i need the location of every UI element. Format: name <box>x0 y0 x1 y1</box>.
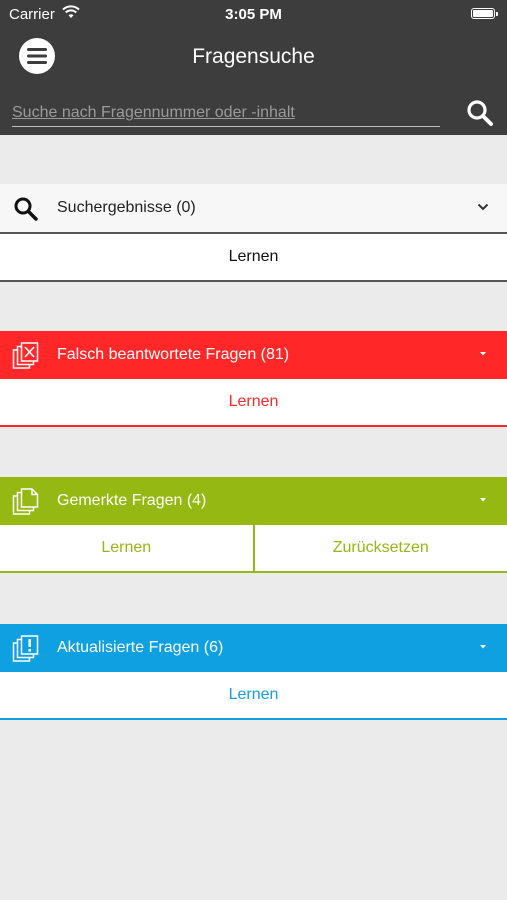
search-icon <box>14 197 38 221</box>
section-actions: Lernen Zurücksetzen <box>0 525 507 573</box>
section-wrong-answers: Falsch beantwortete Fragen (81) Lernen <box>0 331 507 427</box>
section-actions: Lernen <box>0 232 507 282</box>
section-header-updated[interactable]: Aktualisierte Fragen (6) <box>0 624 507 672</box>
status-time: 3:05 PM <box>225 6 282 23</box>
search-icon[interactable] <box>465 98 495 128</box>
learn-button[interactable]: Lernen <box>0 234 507 280</box>
section-header-bookmarked[interactable]: Gemerkte Fragen (4) <box>0 477 507 525</box>
learn-button[interactable]: Lernen <box>0 525 253 571</box>
reset-button[interactable]: Zurücksetzen <box>252 525 507 571</box>
app-bar: Fragensuche <box>0 28 507 135</box>
section-updated-questions: Aktualisierte Fragen (6) Lernen <box>0 624 507 720</box>
battery-icon <box>471 8 498 19</box>
chevron-down-icon[interactable] <box>477 203 489 211</box>
section-label: Suchergebnisse (0) <box>57 199 196 216</box>
search-input[interactable] <box>12 102 440 127</box>
section-label: Falsch beantwortete Fragen (81) <box>57 346 290 363</box>
section-label: Aktualisierte Fragen (6) <box>57 639 224 656</box>
section-actions: Lernen <box>0 672 507 720</box>
section-header-wrong-answers[interactable]: Falsch beantwortete Fragen (81) <box>0 331 507 379</box>
section-label: Gemerkte Fragen (4) <box>57 492 207 509</box>
section-bookmarked-questions: Gemerkte Fragen (4) Lernen Zurücksetzen <box>0 477 507 573</box>
section-header-search-results[interactable]: Suchergebnisse (0) <box>0 184 507 232</box>
status-bar: Carrier 3:05 PM <box>0 0 507 28</box>
bookmarked-questions-icon <box>12 488 39 515</box>
learn-button[interactable]: Lernen <box>0 379 507 425</box>
section-actions: Lernen <box>0 379 507 427</box>
page-title: Fragensuche <box>192 45 315 68</box>
caret-down-icon[interactable] <box>477 496 489 504</box>
learn-button[interactable]: Lernen <box>0 672 507 718</box>
caret-down-icon[interactable] <box>477 643 489 651</box>
wrong-answers-icon <box>12 342 39 369</box>
updated-questions-icon <box>12 635 39 662</box>
caret-down-icon[interactable] <box>477 350 489 358</box>
section-search-results: Suchergebnisse (0) Lernen <box>0 184 507 282</box>
